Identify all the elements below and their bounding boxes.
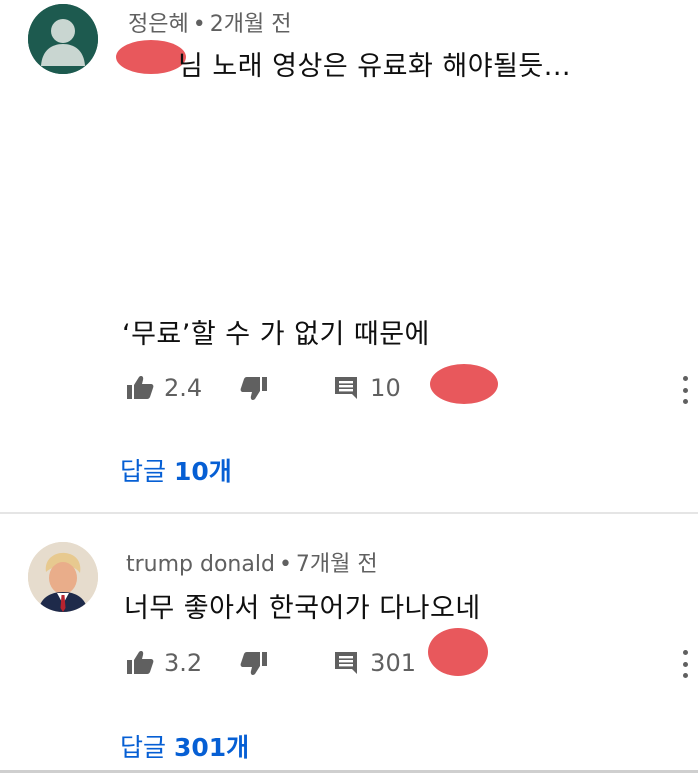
like-count: 2.4: [164, 374, 203, 402]
reply-count: 10: [370, 374, 401, 402]
replies-count: 10개: [173, 457, 232, 486]
comment-2: trump donald • 7개월 전 너무 좋아서 한국어가 다나오네 3.2: [0, 514, 698, 773]
more-vertical-icon[interactable]: [678, 376, 692, 404]
author-name[interactable]: trump donald: [126, 552, 275, 577]
comment-text-line-2: ‘무료’할 수 가 없기 때문에: [122, 319, 430, 350]
view-replies-button[interactable]: 답글 10개: [120, 452, 232, 488]
comment-actions: 3.2 301: [126, 645, 416, 681]
dislike-button[interactable]: [240, 650, 268, 676]
comment-actions: 2.4 10: [126, 370, 401, 406]
view-replies-button[interactable]: 답글 301개: [120, 728, 249, 764]
profile-photo-avatar[interactable]: [28, 542, 98, 612]
comment-1: 정은혜 • 2개월 전 님 노래 영상은 유료화 해야될듯... ‘무료’할 수 가…: [0, 0, 698, 512]
comment-time: 7개월 전: [295, 552, 378, 577]
reply-button[interactable]: 301: [334, 649, 416, 677]
replies-label: 답글: [120, 457, 174, 486]
like-count: 3.2: [164, 649, 203, 677]
dislike-button[interactable]: [240, 375, 268, 401]
default-avatar-icon[interactable]: [28, 4, 98, 74]
redaction-mark: [430, 364, 498, 404]
comment-time: 2개월 전: [209, 12, 292, 37]
thumbs-up-icon: [127, 651, 154, 674]
comment-text-line-1: 님 노래 영상은 유료화 해야될듯...: [178, 51, 571, 82]
replies-label: 답글: [120, 733, 174, 762]
comment-meta: trump donald • 7개월 전: [126, 546, 378, 578]
more-vertical-icon[interactable]: [678, 650, 692, 678]
replies-count: 301개: [173, 733, 250, 762]
thumbs-down-icon: [240, 652, 268, 675]
like-button[interactable]: 2.4: [126, 374, 202, 402]
comment-icon: [335, 377, 358, 399]
meta-separator: •: [278, 552, 292, 577]
meta-separator: •: [192, 12, 206, 37]
author-name[interactable]: 정은혜: [128, 12, 189, 37]
like-button[interactable]: 3.2: [126, 649, 202, 677]
thumbs-up-icon: [127, 376, 154, 399]
comment-text: 너무 좋아서 한국어가 다나오네: [124, 593, 481, 624]
comment-meta: 정은혜 • 2개월 전: [128, 6, 291, 38]
thumbs-down-icon: [240, 377, 268, 400]
comment-icon: [335, 652, 358, 674]
redaction-mark: [428, 628, 488, 676]
redaction-mark: [116, 40, 186, 74]
reply-count: 301: [370, 649, 416, 677]
reply-button[interactable]: 10: [334, 374, 401, 402]
